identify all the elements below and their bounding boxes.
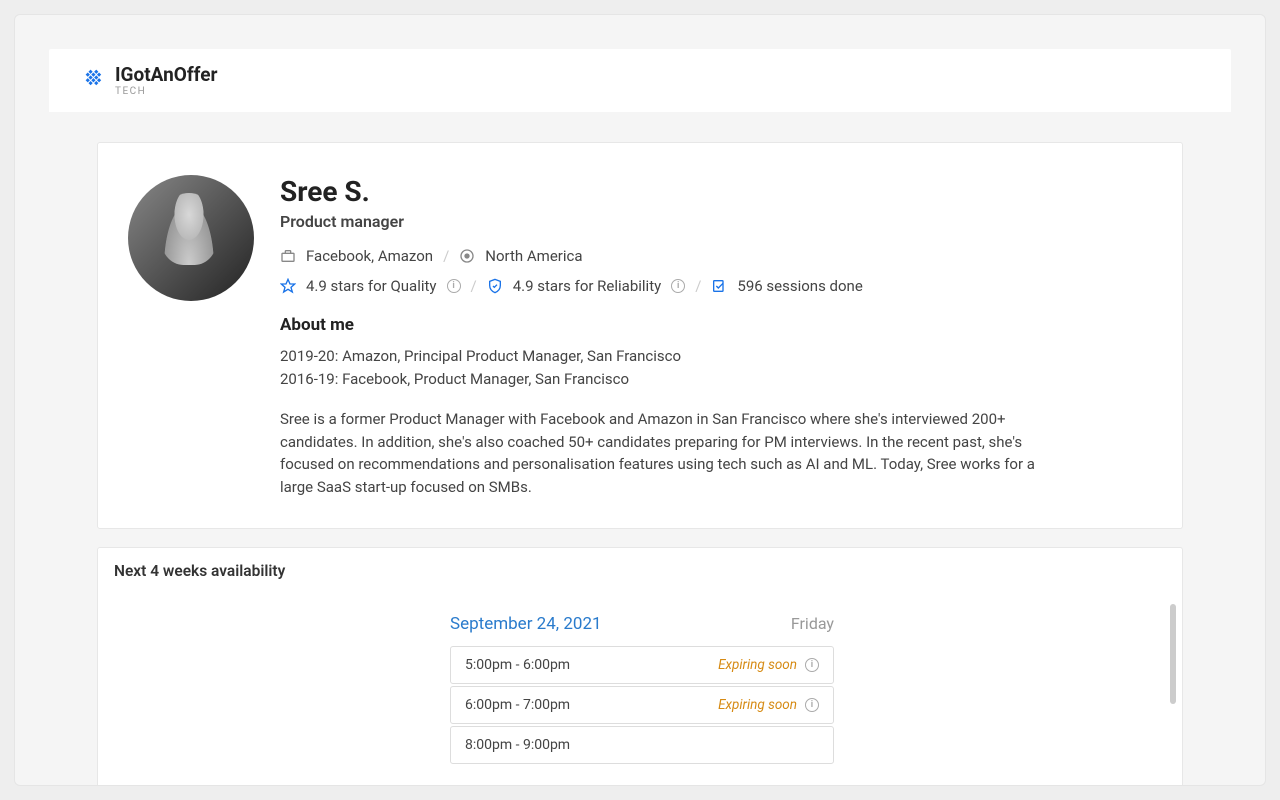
profile-meta-row-1: Facebook, Amazon / North America	[280, 247, 1152, 265]
profile-companies: Facebook, Amazon	[306, 247, 433, 265]
about-line-2: 2016-19: Facebook, Product Manager, San …	[280, 368, 1152, 391]
info-icon[interactable]: i	[805, 658, 819, 672]
separator: /	[695, 277, 701, 295]
separator: /	[471, 277, 477, 295]
separator: /	[443, 247, 449, 265]
location-icon	[459, 248, 475, 264]
about-paragraph: Sree is a former Product Manager with Fa…	[280, 408, 1050, 498]
profile-name: Sree S.	[280, 175, 1152, 208]
profile-meta-row-2: 4.9 stars for Quality i / 4.9 stars for …	[280, 277, 1152, 295]
brand-name: IGotAnOffer	[115, 65, 217, 84]
profile-card: Sree S. Product manager Facebook, Amazon…	[97, 142, 1183, 529]
fade-overlay	[98, 764, 1182, 785]
time-slot[interactable]: 5:00pm - 6:00pm Expiring soon i	[450, 646, 834, 684]
slot-time: 8:00pm - 9:00pm	[465, 737, 570, 753]
profile-role: Product manager	[280, 212, 1152, 231]
time-slot[interactable]: 8:00pm - 9:00pm	[450, 726, 834, 764]
sessions-count: 596 sessions done	[737, 277, 862, 295]
day-header: September 24, 2021 Friday	[450, 614, 834, 634]
profile-region: North America	[485, 247, 582, 265]
briefcase-icon	[280, 248, 296, 264]
scrollbar-thumb[interactable]	[1170, 604, 1176, 704]
availability-card: Next 4 weeks availability September 24, …	[97, 547, 1183, 785]
time-slot[interactable]: 6:00pm - 7:00pm Expiring soon i	[450, 686, 834, 724]
about-heading: About me	[280, 315, 1152, 335]
reliability-rating: 4.9 stars for Reliability	[513, 277, 661, 295]
checklist-icon	[711, 278, 727, 294]
info-icon[interactable]: i	[805, 698, 819, 712]
day-date: September 24, 2021	[450, 614, 602, 634]
slot-time: 6:00pm - 7:00pm	[465, 697, 570, 713]
expiring-label: Expiring soon	[718, 657, 797, 673]
expiring-label: Expiring soon	[718, 697, 797, 713]
brand-logo[interactable]: IGotAnOffer TECH	[79, 65, 217, 97]
slot-time: 5:00pm - 6:00pm	[465, 657, 570, 673]
avatar	[128, 175, 254, 301]
availability-body: September 24, 2021 Friday 5:00pm - 6:00p…	[98, 594, 1182, 785]
logo-icon	[79, 68, 105, 94]
quality-rating: 4.9 stars for Quality	[306, 277, 437, 295]
info-icon[interactable]: i	[447, 279, 461, 293]
about-line-1: 2019-20: Amazon, Principal Product Manag…	[280, 345, 1152, 368]
day-name: Friday	[791, 614, 834, 633]
site-header: IGotAnOffer TECH	[49, 49, 1231, 112]
shield-check-icon	[487, 278, 503, 294]
scrollbar[interactable]	[1170, 604, 1176, 785]
brand-subtitle: TECH	[115, 86, 217, 97]
availability-heading: Next 4 weeks availability	[98, 548, 1182, 594]
info-icon[interactable]: i	[671, 279, 685, 293]
star-icon	[280, 278, 296, 294]
